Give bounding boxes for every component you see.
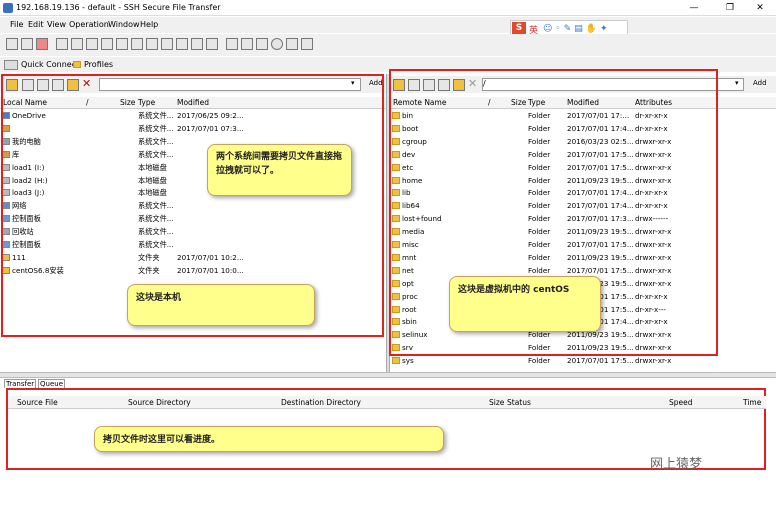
print-icon[interactable] (21, 38, 33, 50)
menu-window[interactable]: Window (108, 20, 140, 29)
quick-connect-icon (4, 60, 18, 70)
remote-note: 这块是虚拟机中的 centOS (449, 276, 601, 332)
toolbar (0, 34, 776, 56)
quick-connect-button[interactable]: Quick Connect (21, 60, 79, 69)
find-icon[interactable] (86, 38, 98, 50)
sftp-icon[interactable] (256, 38, 268, 50)
view-details-icon[interactable] (206, 38, 218, 50)
profiles-folder-icon (73, 60, 82, 68)
remote-row[interactable]: sys Folder 2017/07/01 17:5... drwxr-xr-x (390, 355, 776, 368)
copy-icon[interactable] (56, 38, 68, 50)
save-icon[interactable] (6, 38, 18, 50)
title-bar: 192.168.19.136 - default - SSH Secure Fi… (0, 0, 776, 16)
remote-path-dropdown-icon[interactable]: ▾ (735, 79, 739, 87)
settings-icon[interactable] (116, 38, 128, 50)
view-small-icon[interactable] (176, 38, 188, 50)
filter-icon[interactable] (226, 38, 238, 50)
stop-icon[interactable] (271, 38, 283, 50)
menu-operation[interactable]: Operation (69, 20, 109, 29)
download-icon[interactable] (131, 38, 143, 50)
remote-row-name: sys (392, 356, 414, 365)
keys-icon[interactable] (286, 38, 298, 50)
terminal-icon[interactable] (241, 38, 253, 50)
paste-icon[interactable] (71, 38, 83, 50)
view-large-icon[interactable] (161, 38, 173, 50)
find-next-icon[interactable] (101, 38, 113, 50)
menu-help[interactable]: Help (140, 20, 158, 29)
upload-icon[interactable] (146, 38, 158, 50)
close-button[interactable]: ✕ (748, 1, 772, 15)
col-size[interactable]: Size (489, 398, 504, 407)
col-time[interactable]: Time (743, 398, 761, 407)
queue-header: Source File Source Directory Destination… (8, 396, 766, 409)
remote-row-type: Folder (528, 356, 551, 366)
view-list-icon[interactable] (191, 38, 203, 50)
profiles-button[interactable]: Profiles (84, 60, 113, 69)
remote-add-button[interactable]: Add (753, 79, 767, 87)
drag-note: 两个系统间需要拷贝文件直接拖拉拽就可以了。 (207, 144, 352, 196)
watermark: 网上猿梦 (650, 457, 703, 472)
horizontal-splitter[interactable] (0, 372, 776, 378)
tab-transfer[interactable]: Transfer (4, 379, 37, 388)
col-speed[interactable]: Speed (669, 398, 693, 407)
window-title: 192.168.19.136 - default - SSH Secure Fi… (16, 3, 221, 12)
menu-edit[interactable]: Edit (28, 20, 44, 29)
remote-row-name-text: sys (402, 356, 414, 366)
local-note: 这块是本机 (127, 284, 315, 326)
help-icon[interactable] (301, 38, 313, 50)
ime-tools-icon[interactable]: ☺◦✎▤✋✦ (543, 24, 610, 34)
col-destination-directory[interactable]: Destination Directory (281, 398, 361, 407)
col-status[interactable]: Status (507, 398, 531, 407)
col-source-file[interactable]: Source File (17, 398, 58, 407)
tab-queue[interactable]: Queue (38, 379, 65, 388)
menu-file[interactable]: File (10, 20, 23, 29)
disconnect-icon[interactable] (36, 38, 48, 50)
maximize-button[interactable]: ❐ (718, 1, 742, 15)
folder-icon (392, 357, 400, 365)
remote-row-attributes: drwxr-xr-x (635, 356, 672, 366)
minimize-button[interactable]: — (682, 1, 706, 15)
menu-bar: File Edit View Operation Window Help (0, 17, 776, 33)
menu-view[interactable]: View (47, 20, 66, 29)
app-icon (3, 3, 13, 13)
progress-note: 拷贝文件时这里可以看进度。 (94, 426, 444, 452)
col-source-directory[interactable]: Source Directory (128, 398, 191, 407)
remote-row-modified: 2017/07/01 17:5... (567, 356, 634, 366)
